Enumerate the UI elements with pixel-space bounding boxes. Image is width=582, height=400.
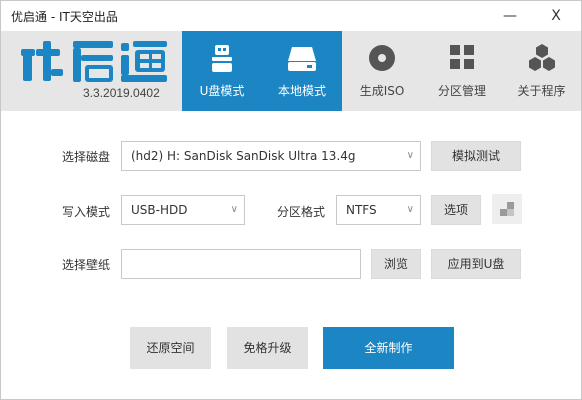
app-logo [21,41,167,82]
app-window: 优启通 - IT天空出品 — X 3.3.2019.0402 U盘模式 本地模式… [0,0,582,400]
partition-grid-icon [450,45,474,69]
upgrade-without-format-button[interactable]: 免格升级 [227,327,308,369]
select-disk-label: 选择磁盘 [62,150,111,164]
hard-disk-icon [288,47,316,71]
disc-icon [369,45,395,71]
write-mode-select[interactable]: USB-HDD ∨ [121,195,245,225]
chevron-down-icon: ∨ [230,204,238,215]
cubes-icon [528,44,555,71]
tab-generate-iso[interactable]: 生成ISO [342,31,422,111]
write-mode-value: USB-HDD [131,203,188,217]
wallpaper-path-input[interactable] [121,249,361,279]
options-button[interactable]: 选项 [431,195,481,225]
apply-to-usb-button[interactable]: 应用到U盘 [431,249,521,279]
title-bar: 优启通 - IT天空出品 — X [1,1,581,31]
usb-drive-icon [212,45,232,72]
simulate-test-button[interactable]: 模拟测试 [431,141,521,171]
partition-format-label: 分区格式 [277,205,326,219]
write-mode-label: 写入模式 [62,205,111,219]
tab-partition-manage-label: 分区管理 [437,84,486,98]
extra-settings-button[interactable] [492,194,522,224]
tab-u-disk-mode[interactable]: U盘模式 [182,31,262,111]
partition-format-value: NTFS [346,203,377,217]
tab-generate-iso-label: 生成ISO [359,84,405,98]
browse-button[interactable]: 浏览 [371,249,421,279]
close-button[interactable]: X [533,1,579,31]
version-label: 3.3.2019.0402 [83,86,160,100]
tab-about-label: 关于程序 [517,84,566,98]
restore-space-button[interactable]: 还原空间 [130,327,211,369]
tab-local-mode[interactable]: 本地模式 [262,31,342,111]
disk-select[interactable]: (hd2) H: SanDisk SanDisk Ultra 13.4g ∨ [121,141,421,171]
disk-select-value: (hd2) H: SanDisk SanDisk Ultra 13.4g [131,149,356,163]
tab-local-mode-label: 本地模式 [277,84,326,98]
grid-small-icon [500,202,514,216]
select-wallpaper-label: 选择壁纸 [62,258,111,272]
minimize-button[interactable]: — [487,1,533,31]
tab-u-disk-mode-label: U盘模式 [199,84,245,98]
chevron-down-icon: ∨ [406,204,414,215]
tab-partition-manage[interactable]: 分区管理 [422,31,502,111]
tab-about[interactable]: 关于程序 [502,31,581,111]
chevron-down-icon: ∨ [406,150,414,161]
partition-format-select[interactable]: NTFS ∨ [336,195,421,225]
header-band: 3.3.2019.0402 U盘模式 本地模式 生成ISO 分区管理 关于程序 [1,31,581,111]
create-new-button[interactable]: 全新制作 [323,327,454,369]
window-title: 优启通 - IT天空出品 [11,10,118,24]
